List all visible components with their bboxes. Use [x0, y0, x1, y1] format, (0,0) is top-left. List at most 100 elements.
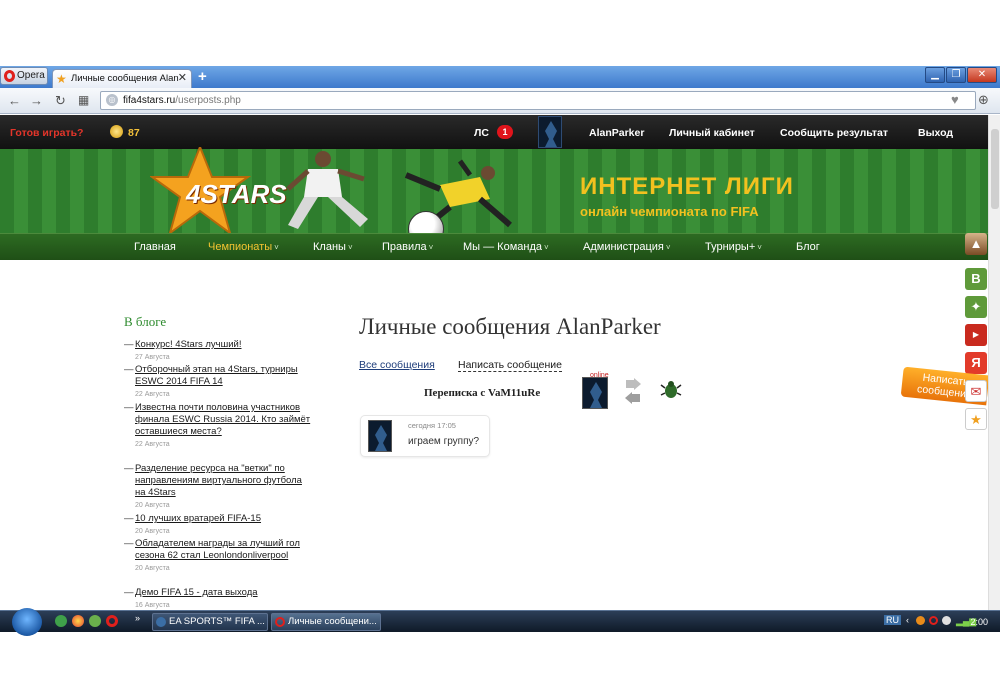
blog-date: 20 Августа	[135, 528, 170, 535]
address-bar[interactable]: ◎ fifa4stars.ru/userposts.php	[100, 91, 976, 110]
report-result-link[interactable]: Сообщить результат	[780, 127, 888, 139]
url-domain: fifa4stars.ru	[123, 95, 176, 106]
user-avatar[interactable]	[538, 116, 562, 148]
blog-date: 20 Августа	[135, 565, 170, 572]
write-message-link[interactable]: Написать сообщение	[458, 359, 562, 372]
tab-close-icon[interactable]: ✕	[178, 70, 187, 87]
blog-list-item: — Обладателем награды за лучший гол сезон…	[124, 538, 314, 575]
more-icon[interactable]: »	[135, 613, 140, 623]
hat-icon[interactable]: ▲	[965, 233, 987, 255]
menu-item-rules[interactable]: Правила ˅	[382, 241, 433, 253]
logout-link[interactable]: Выход	[918, 127, 953, 139]
taskbar-opera-button[interactable]: Личные сообщени...	[271, 613, 381, 631]
language-indicator[interactable]: RU	[884, 615, 901, 625]
scrollbar-thumb[interactable]	[991, 129, 999, 209]
blog-list-item: — Отборочный этап на 4Stars, турниры ESWC…	[124, 364, 314, 401]
message-count-badge: 1	[497, 125, 513, 139]
blog-date: 22 Августа	[135, 441, 170, 448]
url-path: /userposts.php	[175, 95, 241, 106]
cabinet-link[interactable]: Личный кабинет	[669, 127, 755, 139]
globe-icon: ◎	[106, 94, 118, 106]
all-messages-link[interactable]: Все сообщения	[359, 359, 435, 371]
username-link[interactable]: AlanParker	[589, 127, 644, 139]
blog-date: 22 Августа	[135, 391, 170, 398]
menu-item-home[interactable]: Главная	[134, 241, 178, 253]
coin-icon	[110, 125, 123, 138]
blog-link[interactable]: 10 лучших вратарей FIFA-15	[135, 513, 314, 525]
blog-link[interactable]: Отборочный этап на 4Stars, турниры ESWC …	[135, 364, 314, 388]
youtube-icon[interactable]: ▶	[965, 324, 987, 346]
menu-item-administration[interactable]: Администрация ˅	[583, 241, 671, 253]
yandex-button[interactable]: Я	[965, 352, 987, 374]
contact-avatar[interactable]	[582, 377, 608, 409]
opera-taskbar-icon[interactable]	[106, 615, 118, 627]
speed-dial-icon[interactable]: ▦	[78, 93, 89, 107]
bug-icon[interactable]	[660, 379, 682, 401]
start-button[interactable]	[12, 608, 42, 636]
blog-link[interactable]: Известна почти половина участников финал…	[135, 402, 314, 438]
vkontakte-button[interactable]: В	[965, 268, 987, 290]
blog-link[interactable]: Обладателем награды за лучший гол сезона…	[135, 538, 314, 562]
system-tray: RU ‹ ▂▄▆ 2:00	[884, 613, 1000, 631]
menu-item-clans[interactable]: Кланы ˅	[313, 241, 353, 253]
web-page: Готов играть? 87 ЛС 1 AlanParker Личный …	[0, 115, 988, 630]
maximize-button[interactable]: ❐	[946, 67, 966, 83]
close-window-button[interactable]: ✕	[967, 67, 997, 83]
tray-volume-icon[interactable]	[942, 616, 951, 625]
menu-item-championships[interactable]: Чемпионаты ˅	[208, 241, 279, 253]
email-icon[interactable]: ✉	[965, 380, 987, 402]
tab-title: Личные сообщения Alan	[71, 73, 179, 84]
blog-link[interactable]: Разделение ресурса на "ветки" по направл…	[135, 463, 314, 499]
site-top-strip: Готов играть? 87 ЛС 1 AlanParker Личный …	[0, 115, 988, 149]
navigation-bar: ← → ↻ ▦ ◎ fifa4stars.ru/userposts.php ♥ …	[0, 88, 1000, 114]
menu-item-blog[interactable]: Блог	[796, 241, 822, 253]
tray-app-icon[interactable]	[916, 616, 925, 625]
new-tab-button[interactable]: +	[198, 68, 207, 85]
blog-link[interactable]: Конкурс! 4Stars лучший!	[135, 339, 314, 351]
private-messages-link[interactable]: ЛС	[474, 127, 489, 139]
blog-list-item: — Конкурс! 4Stars лучший! 27 Августа	[124, 339, 314, 364]
menu-item-tournaments[interactable]: Турниры+ ˅	[705, 241, 762, 253]
conversation-title: Переписка с VaM11uRe	[424, 387, 541, 399]
blog-date: 20 Августа	[135, 502, 170, 509]
forward-icon[interactable]: →	[30, 93, 43, 108]
player-image	[286, 151, 368, 229]
clock: 2:00	[970, 617, 988, 627]
favicon-star-icon: ★	[56, 72, 67, 86]
site-banner: 4STARS ИНТЕРНЕТ ЛИГИ онлайн чемпионата п…	[0, 147, 988, 247]
blog-list-item: — Разделение ресурса на "ветки" по направ…	[124, 463, 314, 512]
banner-subtitle: онлайн чемпионата по FIFA	[580, 204, 759, 219]
blog-list-item: —10 лучших вратарей FIFA-15 20 Августа	[124, 513, 314, 538]
coin-count: 87	[128, 127, 140, 139]
tray-expand-icon[interactable]: ‹	[906, 615, 909, 625]
ready-to-play-link[interactable]: Готов играть?	[10, 127, 83, 139]
back-icon[interactable]: ←	[8, 93, 21, 108]
menu-item-team[interactable]: Мы — Команда ˅	[463, 241, 549, 253]
tab-bar: Opera ★ Личные сообщения Alan ✕ + ▁ ❐ ✕	[0, 66, 1000, 88]
download-icon[interactable]: ⊕	[978, 92, 989, 108]
sidebar-title: В блоге	[124, 314, 167, 329]
browser-window: Opera ★ Личные сообщения Alan ✕ + ▁ ❐ ✕ …	[0, 66, 1000, 630]
utorrent-icon[interactable]	[55, 615, 67, 627]
browser-tab[interactable]: ★ Личные сообщения Alan ✕	[52, 69, 192, 88]
chrome-icon[interactable]	[72, 615, 84, 627]
blog-list-item: — Известна почти половина участников фина…	[124, 402, 314, 451]
minimize-button[interactable]: ▁	[925, 67, 945, 83]
main-menu: Главная Чемпионаты ˅ Кланы ˅ Правила ˅ Мы —…	[0, 233, 988, 260]
taskbar: » EA SPORTS™ FIFA ... Личные сообщени...…	[0, 608, 1000, 636]
taskbar-fifa-button[interactable]: EA SPORTS™ FIFA ...	[152, 613, 268, 631]
tray-opera-icon[interactable]	[929, 616, 938, 625]
twitter-icon[interactable]: ✦	[965, 296, 987, 318]
blog-link[interactable]: Демо FIFA 15 - дата выхода	[135, 587, 314, 599]
page-scrollbar[interactable]	[988, 115, 1000, 630]
message-text: играем группу?	[408, 436, 480, 447]
star-icon[interactable]: ★	[965, 408, 987, 430]
settings-icon[interactable]	[89, 615, 101, 627]
message-avatar[interactable]	[368, 420, 392, 452]
blog-date: 27 Августа	[135, 354, 170, 361]
swap-arrows-icon[interactable]	[624, 378, 642, 406]
reload-icon[interactable]: ↻	[55, 93, 66, 109]
heart-icon[interactable]: ♥	[951, 92, 959, 107]
opera-icon	[4, 70, 15, 82]
opera-menu-button[interactable]: Opera	[0, 67, 48, 85]
